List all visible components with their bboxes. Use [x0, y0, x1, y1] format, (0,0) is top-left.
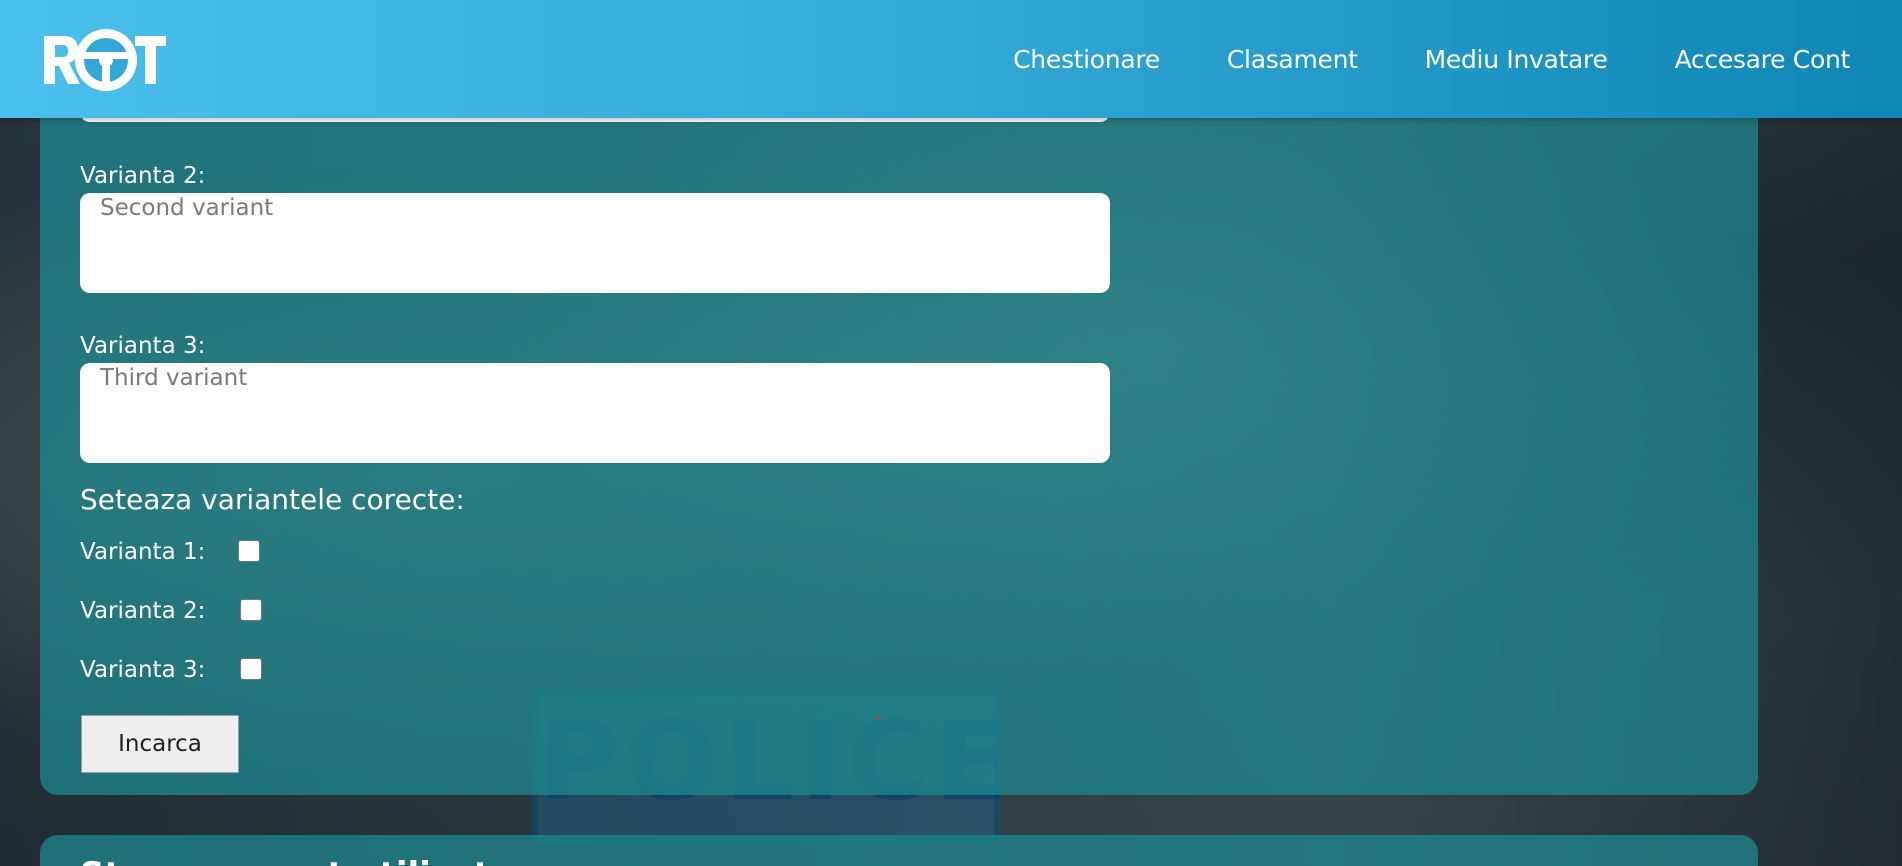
nav-link-mediu-invatare[interactable]: Mediu Invatare — [1425, 45, 1608, 74]
nav-link-accesare-cont[interactable]: Accesare Cont — [1675, 45, 1851, 74]
variant2-textarea[interactable]: Second variant — [80, 193, 1110, 293]
check-variant1-checkbox[interactable] — [238, 540, 260, 562]
check-variant1-label: Varianta 1: — [80, 539, 206, 565]
nav-link-chestionare[interactable]: Chestionare — [1013, 45, 1160, 74]
check-variant2-label: Varianta 2: — [80, 598, 206, 624]
variant3-placeholder: Third variant — [100, 365, 248, 391]
check-variant2-checkbox[interactable] — [240, 599, 262, 621]
delete-account-title: Stergere cont utilizator — [80, 855, 530, 866]
variant2-placeholder: Second variant — [100, 195, 274, 221]
upload-button[interactable]: Incarca — [81, 715, 239, 773]
check-variant3-label: Varianta 3: — [80, 657, 206, 683]
site-header: Chestionare Clasament Mediu Invatare Acc… — [0, 0, 1902, 118]
cursor-dot — [876, 716, 879, 719]
rot-logo[interactable] — [42, 22, 167, 98]
correct-variants-title: Seteaza variantele corecte: — [80, 483, 465, 516]
check-variant3-checkbox[interactable] — [240, 658, 262, 680]
variant2-label: Varianta 2: — [80, 163, 206, 189]
variant3-textarea[interactable]: Third variant — [80, 363, 1110, 463]
nav-link-clasament[interactable]: Clasament — [1227, 45, 1358, 74]
main-nav: Chestionare Clasament Mediu Invatare Acc… — [1013, 0, 1850, 118]
variant3-label: Varianta 3: — [80, 333, 206, 359]
